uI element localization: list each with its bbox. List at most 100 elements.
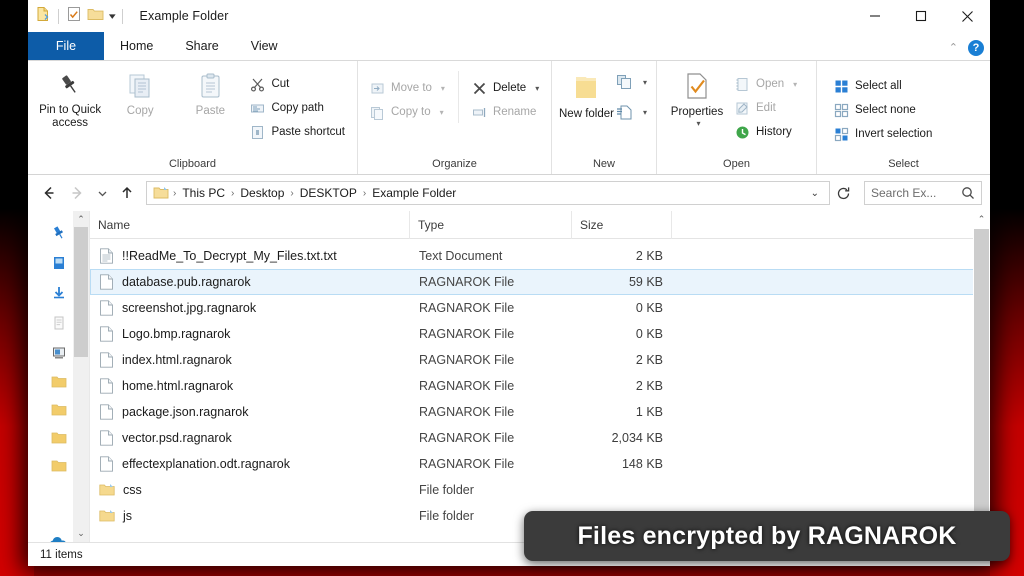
minimize-button[interactable] [852, 0, 898, 32]
select-all-button[interactable]: Select all [829, 75, 937, 97]
tab-share[interactable]: Share [169, 32, 234, 60]
breadcrumb-desktop[interactable]: Desktop [235, 186, 289, 200]
blank-file-icon [100, 326, 113, 342]
new-folder-button[interactable]: New folder [559, 69, 614, 121]
search-input[interactable]: Search Ex... [871, 186, 936, 200]
address-dropdown-chevron-down-icon[interactable]: ⌄ [805, 188, 825, 199]
new-item-chevron-down-icon[interactable]: ▾ [643, 78, 647, 87]
rename-button[interactable]: Rename [467, 101, 544, 123]
properties-icon[interactable] [66, 6, 82, 27]
table-row[interactable]: Logo.bmp.ragnarok RAGNAROK File 0 KB [90, 321, 990, 347]
sidebar-item-quick-access[interactable] [51, 225, 67, 246]
properties-chevron-down-icon[interactable]: ▾ [696, 119, 700, 128]
recent-locations-button[interactable] [92, 180, 112, 206]
collapse-ribbon-chevron-up-icon[interactable]: ⌃ [949, 42, 958, 54]
nav-scroll-thumb[interactable] [74, 227, 88, 357]
list-scroll-up-chevron-up-icon[interactable]: ⌃ [978, 211, 986, 228]
tab-view[interactable]: View [235, 32, 294, 60]
select-none-label: Select none [855, 104, 916, 116]
navigation-pane-scrollbar[interactable]: ⌃ ⌄ [73, 211, 89, 542]
table-row[interactable]: effectexplanation.odt.ragnarok RAGNAROK … [90, 451, 990, 477]
file-name-text: index.html.ragnarok [122, 353, 232, 367]
maximize-button[interactable] [898, 0, 944, 32]
cut-button[interactable]: Cut [245, 73, 350, 95]
copy-to-button[interactable]: Copy to ▾ [365, 101, 450, 123]
easy-access-button[interactable]: ▾ [614, 101, 649, 123]
move-to-chevron-down-icon[interactable]: ▾ [441, 84, 445, 93]
sidebar-item-this-pc[interactable] [51, 345, 67, 366]
refresh-button[interactable] [832, 181, 854, 205]
new-item-button[interactable]: ▾ [614, 71, 649, 93]
file-list-scrollbar[interactable]: ⌃ [973, 211, 990, 542]
edit-button[interactable]: Edit [730, 97, 802, 119]
new-document-icon[interactable] [35, 6, 51, 27]
select-none-button[interactable]: Select none [829, 99, 937, 121]
list-scroll-thumb[interactable] [974, 229, 989, 529]
tab-file[interactable]: File [28, 32, 104, 60]
new-folder-icon[interactable] [87, 7, 104, 26]
breadcrumb-this-pc[interactable]: This PC [177, 186, 230, 200]
open-button[interactable]: Open ▾ [730, 73, 802, 95]
search-box[interactable]: Search Ex... [864, 181, 982, 205]
open-icon [736, 77, 748, 91]
invert-selection-button[interactable]: Invert selection [829, 123, 937, 145]
item-count-label: 11 items [40, 548, 83, 561]
file-size-cell: 0 KB [635, 301, 663, 315]
move-to-button[interactable]: Move to ▾ [365, 77, 450, 99]
sidebar-item-folder-1[interactable] [51, 375, 67, 394]
table-row[interactable]: vector.psd.ragnarok RAGNAROK File 2,034 … [90, 425, 990, 451]
breadcrumb-example-folder[interactable]: Example Folder [367, 186, 461, 200]
delete-button[interactable]: Delete ▾ [467, 77, 544, 99]
quick-access-toolbar: ▾ Example Folder [28, 6, 228, 27]
table-row[interactable]: screenshot.jpg.ragnarok RAGNAROK File 0 … [90, 295, 990, 321]
open-chevron-down-icon[interactable]: ▾ [793, 80, 797, 89]
up-button[interactable] [114, 180, 140, 206]
help-icon[interactable]: ? [968, 40, 984, 56]
customize-qat-chevron-icon[interactable]: ▾ [109, 11, 116, 21]
copy-to-chevron-down-icon[interactable]: ▾ [440, 108, 444, 117]
sidebar-item-folder-4[interactable] [51, 459, 67, 478]
qat-divider-1 [58, 8, 59, 24]
table-row[interactable]: package.json.ragnarok RAGNAROK File 1 KB [90, 399, 990, 425]
delete-label: Delete [492, 82, 527, 94]
sidebar-item-downloads[interactable] [51, 285, 67, 306]
file-size-cell: 148 KB [621, 457, 663, 471]
close-button[interactable] [944, 0, 990, 32]
paste-shortcut-button[interactable]: Paste shortcut [245, 121, 350, 143]
delete-chevron-down-icon[interactable]: ▾ [535, 84, 539, 93]
table-row[interactable]: index.html.ragnarok RAGNAROK File 2 KB [90, 347, 990, 373]
history-button[interactable]: History [730, 121, 802, 143]
back-button[interactable] [36, 180, 62, 206]
paste-icon [201, 73, 220, 98]
pin-to-quick-access-button[interactable]: Pin to Quick access [35, 67, 105, 130]
copy-label: Copy [126, 105, 154, 117]
sidebar-item-onedrive[interactable] [51, 255, 67, 276]
navigation-pane: ⌃ ⌄ [28, 211, 90, 542]
copy-button[interactable]: Copy [105, 67, 175, 118]
tab-home[interactable]: Home [104, 32, 169, 60]
breadcrumb-desktop-folder[interactable]: DESKTOP [295, 186, 362, 200]
breadcrumb-bar[interactable]: › This PC › Desktop › DESKTOP › Example … [146, 181, 830, 205]
nav-scroll-up-chevron-up-icon[interactable]: ⌃ [77, 211, 85, 228]
sidebar-item-folder-2[interactable] [51, 403, 67, 422]
desktop-backdrop-right [990, 0, 1024, 576]
paste-button[interactable]: Paste [175, 67, 245, 118]
sidebar-item-documents[interactable] [51, 315, 67, 336]
column-header-type[interactable]: Type [410, 210, 572, 239]
table-row[interactable]: database.pub.ragnarok RAGNAROK File 59 K… [90, 269, 990, 295]
ribbon-group-label-open: Open [723, 158, 750, 170]
easy-access-chevron-down-icon[interactable]: ▾ [643, 108, 647, 117]
sidebar-item-onedrive-cloud[interactable] [49, 535, 69, 542]
file-type-cell: Text Document [419, 249, 503, 263]
forward-button[interactable] [64, 180, 90, 206]
table-row[interactable]: !!ReadMe_To_Decrypt_My_Files.txt.txt Tex… [90, 243, 990, 269]
column-header-size[interactable]: Size [572, 210, 672, 239]
sidebar-item-folder-3[interactable] [51, 431, 67, 450]
file-size-cell: 2 KB [635, 249, 663, 263]
column-header-name[interactable]: Name [90, 210, 410, 239]
properties-button[interactable]: Properties ▾ [664, 67, 730, 128]
nav-scroll-down-chevron-down-icon[interactable]: ⌄ [77, 525, 85, 542]
copy-path-button[interactable]: Copy path [245, 97, 350, 119]
table-row[interactable]: home.html.ragnarok RAGNAROK File 2 KB [90, 373, 990, 399]
table-row[interactable]: css File folder [90, 477, 990, 503]
